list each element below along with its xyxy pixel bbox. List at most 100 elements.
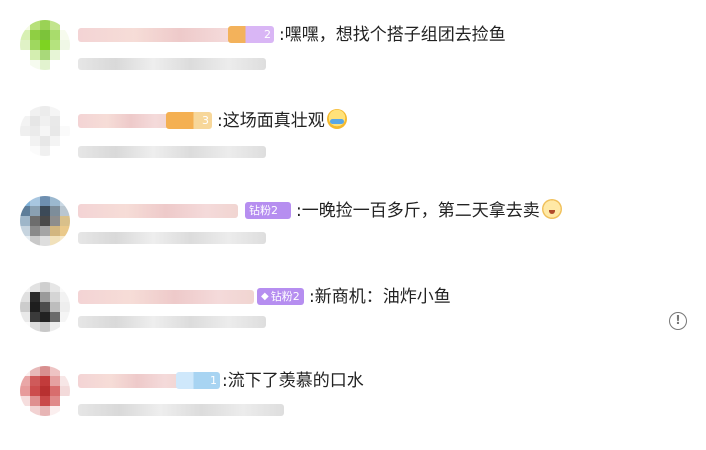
avatar-pixel (30, 322, 40, 332)
level-badge: 1 (176, 372, 220, 389)
avatar-pixel (30, 116, 40, 126)
avatar-pixel (60, 386, 70, 396)
comment-item: 3 :这场面真壮观 (0, 104, 706, 190)
avatar-pixel (20, 302, 30, 312)
comment-text-content: :一晚捡一百多斤，第二天拿去卖 (296, 201, 540, 221)
avatar-pixel (60, 116, 70, 126)
avatar-pixel (40, 146, 50, 156)
avatar[interactable] (20, 20, 70, 70)
avatar-pixel (60, 302, 70, 312)
diamond-icon: ◆ (261, 291, 269, 302)
avatar-pixel (50, 376, 60, 386)
avatar-pixel (20, 40, 30, 50)
username-blurred[interactable] (78, 114, 174, 128)
avatar-pixel (40, 206, 50, 216)
avatar-pixel (40, 50, 50, 60)
avatar-pixel (30, 216, 40, 226)
avatar-pixel (20, 322, 30, 332)
username-blurred[interactable] (78, 204, 238, 218)
avatar-pixel (40, 302, 50, 312)
avatar-pixel (20, 206, 30, 216)
avatar-pixel (50, 50, 60, 60)
avatar-pixel (50, 406, 60, 416)
avatar-pixel (60, 60, 70, 70)
avatar-pixel (60, 226, 70, 236)
avatar-pixel (30, 226, 40, 236)
avatar-pixel (50, 322, 60, 332)
avatar-pixel (60, 30, 70, 40)
avatar-pixel (30, 50, 40, 60)
avatar-pixel (60, 50, 70, 60)
comment-item: ◆ 钻粉2 :新商机：油炸小鱼 (0, 280, 706, 366)
avatar-pixel (50, 40, 60, 50)
comment-text: :一晚捡一百多斤，第二天拿去卖 (296, 198, 562, 224)
avatar-pixel (30, 146, 40, 156)
avatar-pixel (60, 312, 70, 322)
crying-laugh-emoji-icon (326, 109, 347, 129)
avatar[interactable] (20, 106, 70, 156)
avatar-pixel (60, 282, 70, 292)
avatar-pixel (30, 60, 40, 70)
avatar-pixel (30, 292, 40, 302)
avatar-pixel (50, 60, 60, 70)
avatar-pixel (50, 396, 60, 406)
avatar-pixel (30, 196, 40, 206)
avatar-pixel (60, 196, 70, 206)
avatar-pixel (20, 366, 30, 376)
avatar-pixel (50, 312, 60, 322)
avatar-pixel (40, 60, 50, 70)
avatar-pixel (20, 136, 30, 146)
avatar-pixel (60, 40, 70, 50)
avatar-pixel (30, 20, 40, 30)
avatar-pixel (30, 282, 40, 292)
avatar-pixel (20, 50, 30, 60)
avatar-pixel (20, 406, 30, 416)
avatar-pixel (30, 366, 40, 376)
avatar[interactable] (20, 196, 70, 246)
avatar[interactable] (20, 366, 70, 416)
avatar-pixel (20, 292, 30, 302)
avatar-pixel (20, 20, 30, 30)
avatar-pixel (30, 396, 40, 406)
avatar-pixel (50, 302, 60, 312)
avatar-pixel (40, 216, 50, 226)
avatar-pixel (50, 136, 60, 146)
avatar-pixel (40, 116, 50, 126)
username-blurred[interactable] (78, 290, 254, 304)
avatar-pixel (40, 106, 50, 116)
exclamation-circle-icon[interactable]: ! (669, 312, 687, 330)
avatar-pixel (40, 312, 50, 322)
avatar-pixel (60, 366, 70, 376)
avatar-pixel (40, 40, 50, 50)
comment-item: 1 :流下了羡慕的口水 (0, 364, 706, 450)
fan-badge: 钻粉2 (245, 202, 291, 219)
avatar-pixel (40, 386, 50, 396)
avatar-pixel (40, 196, 50, 206)
avatar-pixel (30, 406, 40, 416)
avatar-pixel (60, 126, 70, 136)
comment-meta-blurred (78, 232, 266, 244)
avatar-pixel (50, 106, 60, 116)
avatar-pixel (60, 236, 70, 246)
avatar-pixel (40, 226, 50, 236)
avatar-pixel (20, 396, 30, 406)
avatar[interactable] (20, 282, 70, 332)
comment-text: :这场面真壮观 (217, 108, 347, 134)
avatar-pixel (20, 236, 30, 246)
avatar-pixel (40, 282, 50, 292)
avatar-pixel (20, 376, 30, 386)
comment-item: 2 :嘿嘿，想找个搭子组团去捡鱼 (0, 18, 706, 104)
avatar-pixel (40, 136, 50, 146)
comment-meta-blurred (78, 404, 284, 416)
avatar-pixel (30, 386, 40, 396)
avatar-pixel (60, 292, 70, 302)
fan-badge-label: 钻粉2 (249, 204, 278, 217)
avatar-pixel (50, 30, 60, 40)
avatar-pixel (60, 396, 70, 406)
avatar-pixel (60, 146, 70, 156)
avatar-pixel (60, 322, 70, 332)
avatar-pixel (30, 376, 40, 386)
avatar-pixel (20, 216, 30, 226)
avatar-pixel (40, 126, 50, 136)
username-blurred[interactable] (78, 374, 186, 388)
